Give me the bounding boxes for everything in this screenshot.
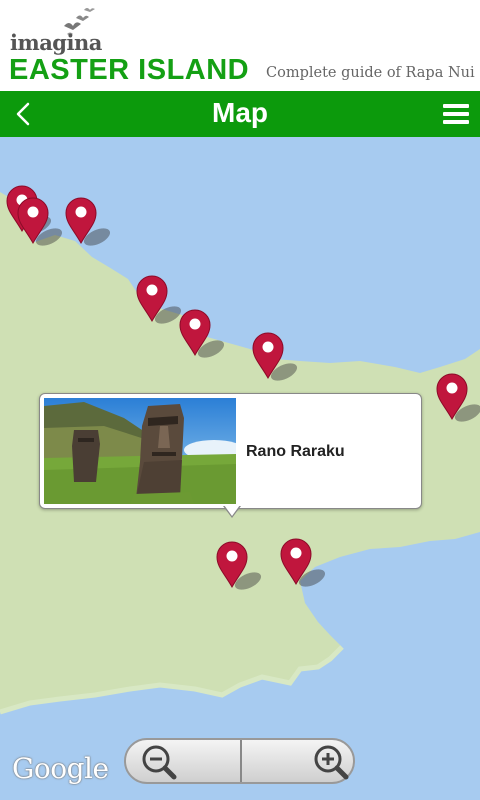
- menu-button[interactable]: [442, 101, 470, 127]
- zoom-controls: [124, 738, 355, 784]
- place-name[interactable]: Rano Raraku: [246, 443, 345, 461]
- zoom-in-button[interactable]: [242, 740, 356, 782]
- map-pin[interactable]: [15, 195, 63, 247]
- map-pin[interactable]: [434, 371, 480, 423]
- tagline: Complete guide of Rapa Nui: [266, 65, 475, 81]
- logo-imagina: imagina: [10, 30, 102, 55]
- map-pin[interactable]: [177, 307, 225, 359]
- map-pin[interactable]: [250, 330, 298, 382]
- info-window[interactable]: Rano Raraku: [39, 393, 422, 518]
- map-pin[interactable]: [278, 536, 326, 588]
- moai-image: [44, 398, 236, 504]
- zoom-out-icon: [142, 745, 177, 780]
- map-pin[interactable]: [63, 195, 111, 247]
- zoom-out-button[interactable]: [126, 740, 240, 782]
- map-pin[interactable]: [214, 539, 262, 591]
- title-bar: Map: [0, 91, 480, 137]
- info-window-pointer-fill: [224, 505, 240, 516]
- zoom-in-icon: [314, 745, 349, 780]
- map-pin[interactable]: [134, 273, 182, 325]
- map-view[interactable]: Rano Raraku Google: [0, 137, 480, 800]
- google-attribution: Google: [12, 752, 109, 785]
- logo-easter-island: EASTER ISLAND: [9, 54, 250, 86]
- page-title: Map: [212, 97, 268, 128]
- hamburger-menu-icon: [443, 104, 469, 124]
- place-photo[interactable]: [44, 398, 236, 504]
- brand-header: imagina EASTER ISLAND Complete guide of …: [0, 0, 480, 91]
